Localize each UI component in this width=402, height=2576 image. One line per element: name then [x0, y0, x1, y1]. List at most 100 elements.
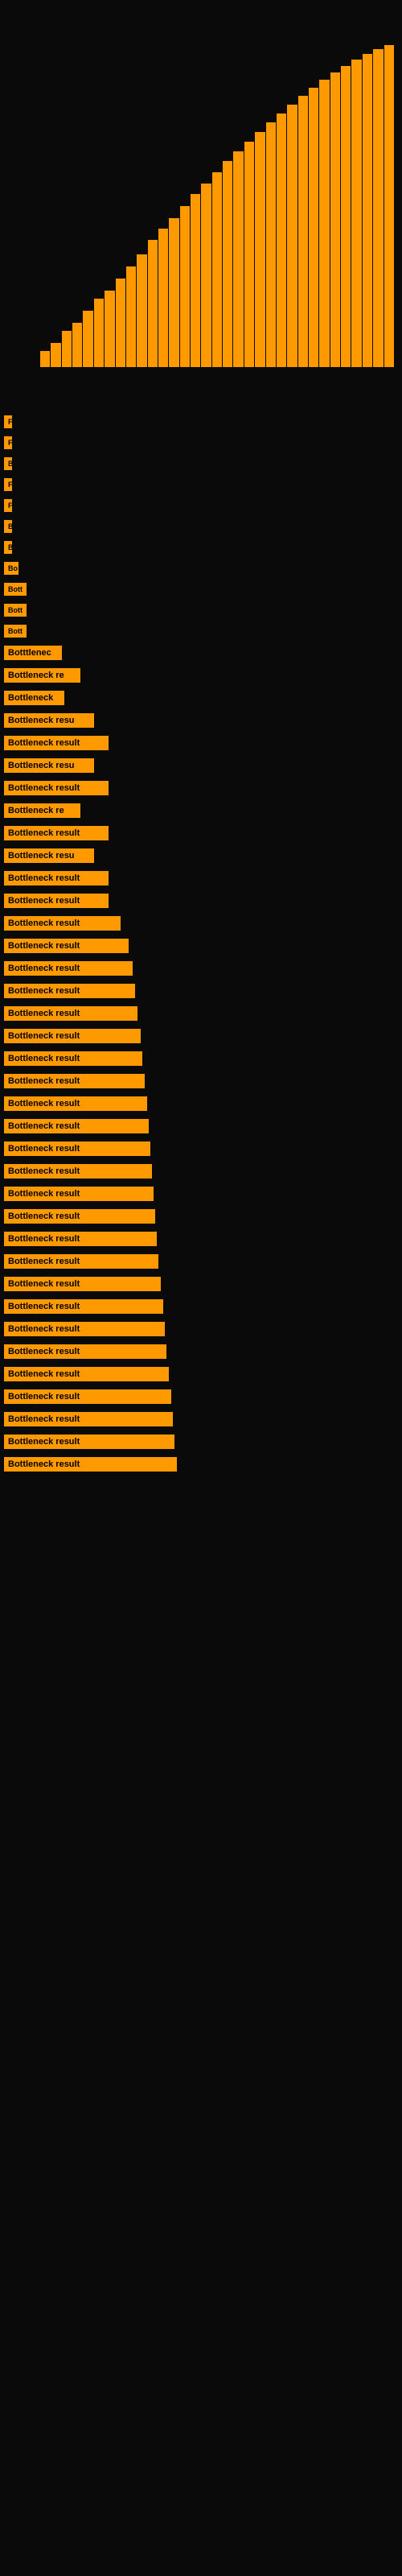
- result-item: Bottleneck result: [4, 1344, 398, 1359]
- chart-bar: [363, 54, 372, 367]
- result-item: Bottleneck result: [4, 1141, 398, 1156]
- result-label: Bo: [4, 562, 18, 575]
- result-label: Bottleneck resu: [4, 713, 94, 728]
- chart-bar-item: [319, 80, 329, 367]
- result-item: F: [4, 436, 398, 449]
- chart-bar: [148, 240, 158, 367]
- result-label: Bottleneck result: [4, 1322, 165, 1336]
- result-label: Botttlenec: [4, 646, 62, 660]
- result-label: Bottleneck result: [4, 1299, 163, 1314]
- result-label: Bottleneck result: [4, 894, 109, 908]
- result-item: Bottleneck result: [4, 1209, 398, 1224]
- result-item: Bottleneck result: [4, 781, 398, 795]
- result-label: Bott: [4, 604, 27, 617]
- chart-bar: [51, 343, 60, 367]
- result-item: Bottleneck result: [4, 1277, 398, 1291]
- result-item: B: [4, 457, 398, 470]
- result-label: Bottleneck result: [4, 871, 109, 886]
- result-item: Bottleneck result: [4, 1412, 398, 1426]
- result-item: Bott: [4, 625, 398, 638]
- result-item: Bottleneck result: [4, 1074, 398, 1088]
- result-label: Bottleneck result: [4, 1277, 161, 1291]
- result-label: Bottleneck resu: [4, 758, 94, 773]
- result-item: B: [4, 520, 398, 533]
- result-item: Bottleneck re: [4, 803, 398, 818]
- result-item: Bott: [4, 583, 398, 596]
- chart-bar: [287, 105, 297, 367]
- chart-bar: [351, 60, 361, 367]
- result-label: F: [4, 499, 12, 512]
- result-item: B: [4, 541, 398, 554]
- result-item: Bottleneck result: [4, 961, 398, 976]
- chart-bar-item: [105, 291, 114, 367]
- chart-bar-item: [158, 229, 168, 367]
- result-item: Bottleneck resu: [4, 758, 398, 773]
- result-item: Bottleneck result: [4, 1232, 398, 1246]
- chart-bar-item: [169, 218, 178, 367]
- chart-bar-item: [116, 279, 125, 367]
- chart-bar: [116, 279, 125, 367]
- chart-bar: [384, 45, 394, 367]
- result-label: Bottleneck result: [4, 1141, 150, 1156]
- chart-bar: [201, 184, 211, 367]
- chart-bar-item: [148, 240, 158, 367]
- result-item: Bottleneck result: [4, 736, 398, 750]
- result-item: Bo: [4, 562, 398, 575]
- chart-bar-item: [277, 114, 286, 367]
- chart-bar: [169, 218, 178, 367]
- chart-bar-item: [126, 266, 136, 367]
- result-item: Bottleneck result: [4, 826, 398, 840]
- chart-bar-item: [180, 206, 190, 367]
- result-item: F: [4, 415, 398, 428]
- result-label: Bottleneck result: [4, 1164, 152, 1179]
- result-label: Bottleneck result: [4, 1389, 171, 1404]
- result-label: B: [4, 541, 12, 554]
- result-item: Bottleneck result: [4, 916, 398, 931]
- chart-bar-item: [298, 96, 308, 367]
- chart-bar: [83, 311, 92, 367]
- chart-bar-item: [201, 184, 211, 367]
- result-label: Bottleneck result: [4, 916, 121, 931]
- result-label: Bottleneck result: [4, 1457, 177, 1472]
- chart-bar-item: [223, 161, 232, 367]
- result-label: Bottleneck result: [4, 1074, 145, 1088]
- result-item: Bottleneck result: [4, 1029, 398, 1043]
- chart-bar: [105, 291, 114, 367]
- result-item: Bottleneck result: [4, 939, 398, 953]
- chart-bar-item: [373, 49, 383, 367]
- chart-bar-item: [287, 105, 297, 367]
- result-label: F: [4, 436, 12, 449]
- chart-bar-item: [384, 45, 394, 367]
- chart-bar-item: [255, 132, 265, 367]
- result-item: Bottleneck result: [4, 1435, 398, 1449]
- result-item: F: [4, 499, 398, 512]
- result-label: Bottleneck result: [4, 1187, 154, 1201]
- result-item: Bott: [4, 604, 398, 617]
- result-label: F: [4, 478, 12, 491]
- result-item: Bottleneck result: [4, 871, 398, 886]
- result-label: Bottleneck result: [4, 1232, 157, 1246]
- chart-bar-item: [351, 60, 361, 367]
- result-item: Bottleneck result: [4, 1457, 398, 1472]
- chart-bar-item: [94, 299, 104, 367]
- result-label: Bott: [4, 583, 27, 596]
- chart-bar: [330, 72, 340, 367]
- result-item: Bottleneck resu: [4, 848, 398, 863]
- result-label: Bottleneck result: [4, 939, 129, 953]
- result-label: Bottleneck result: [4, 1096, 147, 1111]
- result-item: Bottleneck re: [4, 668, 398, 683]
- result-item: F: [4, 478, 398, 491]
- chart-bar-item: [212, 172, 222, 367]
- results-container: FFBFFBBBoBottBottBottBotttlenecBottlenec…: [0, 415, 402, 1472]
- chart-bar: [158, 229, 168, 367]
- result-label: B: [4, 520, 12, 533]
- chart-bar-item: [266, 122, 276, 367]
- chart-bar: [277, 114, 286, 367]
- result-label: Bottleneck result: [4, 1119, 149, 1133]
- chart-bar-item: [341, 66, 351, 367]
- chart-bar-item: [83, 311, 92, 367]
- chart-bar-item: [309, 88, 318, 367]
- chart-inner: [0, 13, 402, 383]
- result-item: Bottleneck result: [4, 1187, 398, 1201]
- chart-bar-item: [40, 351, 50, 367]
